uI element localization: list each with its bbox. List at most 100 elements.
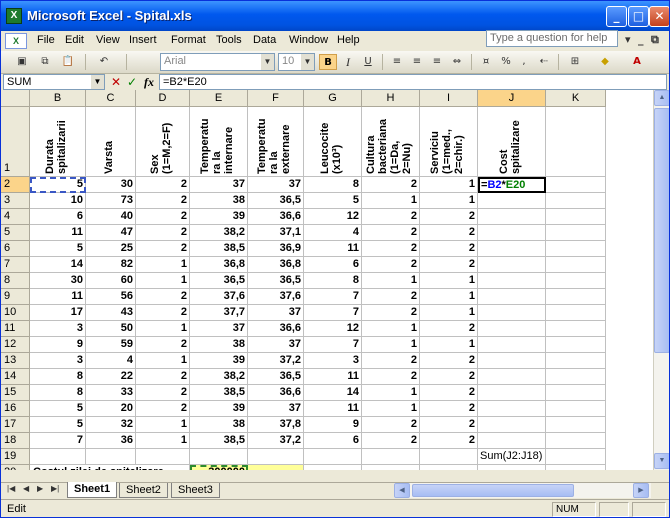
cell-h6[interactable]: 2 — [362, 241, 420, 257]
enter-icon[interactable]: ✓ — [127, 75, 137, 89]
cell-h4[interactable]: 2 — [362, 209, 420, 225]
row-header-9[interactable]: 9 — [1, 289, 30, 305]
column-header-h[interactable]: H — [362, 90, 420, 107]
cell-d8[interactable]: 1 — [136, 273, 190, 289]
cell-k5[interactable] — [546, 225, 606, 241]
cell-e17[interactable]: 38 — [190, 417, 248, 433]
cell-i6[interactable]: 2 — [420, 241, 478, 257]
cell-g8[interactable]: 8 — [304, 273, 362, 289]
name-box[interactable]: SUM ▼ — [3, 74, 105, 90]
scroll-right-icon[interactable]: ▶ — [633, 483, 649, 498]
cell-g17[interactable]: 9 — [304, 417, 362, 433]
cell-k13[interactable] — [546, 353, 606, 369]
cell-b4[interactable]: 6 — [30, 209, 86, 225]
cell-b17[interactable]: 5 — [30, 417, 86, 433]
cell-k10[interactable] — [546, 305, 606, 321]
cell-g15[interactable]: 14 — [304, 385, 362, 401]
column-header-e[interactable]: E — [190, 90, 248, 107]
sheet-close-dropdown-icon[interactable]: ▾ — [625, 33, 631, 46]
bold-button[interactable]: B — [319, 54, 337, 70]
cell-h13[interactable]: 2 — [362, 353, 420, 369]
cell-d7[interactable]: 1 — [136, 257, 190, 273]
cell-c13[interactable]: 4 — [86, 353, 136, 369]
cell-h15[interactable]: 1 — [362, 385, 420, 401]
cell-f13[interactable]: 37,2 — [248, 353, 304, 369]
merge-center-icon[interactable]: ⇔ — [448, 54, 466, 70]
cell-k14[interactable] — [546, 369, 606, 385]
row-header-10[interactable]: 10 — [1, 305, 30, 321]
row-header-18[interactable]: 18 — [1, 433, 30, 449]
cell-f16[interactable]: 37 — [248, 401, 304, 417]
cell-b19[interactable] — [30, 449, 86, 465]
cell-f2[interactable]: 37 — [248, 177, 304, 193]
sheet-minimize-icon[interactable]: _ — [638, 33, 644, 46]
cell-f7[interactable]: 36,8 — [248, 257, 304, 273]
cell-c3[interactable]: 73 — [86, 193, 136, 209]
underline-button[interactable]: U — [359, 54, 377, 70]
cell-j17[interactable] — [478, 417, 546, 433]
cell-f8[interactable]: 36,5 — [248, 273, 304, 289]
cell-g5[interactable]: 4 — [304, 225, 362, 241]
cell-g12[interactable]: 7 — [304, 337, 362, 353]
tab-sheet2[interactable]: Sheet2 — [119, 483, 168, 498]
paste-icon[interactable]: 📋 — [59, 54, 77, 70]
cell-c7[interactable]: 82 — [86, 257, 136, 273]
cell-k19[interactable] — [546, 449, 606, 465]
scroll-thumb[interactable] — [654, 108, 669, 353]
cell-j6[interactable] — [478, 241, 546, 257]
cell-g10[interactable]: 7 — [304, 305, 362, 321]
column-header-d[interactable]: D — [136, 90, 190, 107]
cell-c20[interactable] — [86, 465, 136, 470]
insert-function-icon[interactable]: fx — [144, 75, 154, 90]
row-header-5[interactable]: 5 — [1, 225, 30, 241]
cell-b13[interactable]: 3 — [30, 353, 86, 369]
row-header-8[interactable]: 8 — [1, 273, 30, 289]
cell-i13[interactable]: 2 — [420, 353, 478, 369]
cell-c17[interactable]: 32 — [86, 417, 136, 433]
cell-b14[interactable]: 8 — [30, 369, 86, 385]
cell-f17[interactable]: 37,8 — [248, 417, 304, 433]
cell-j15[interactable] — [478, 385, 546, 401]
cell-i7[interactable]: 2 — [420, 257, 478, 273]
cell-c18[interactable]: 36 — [86, 433, 136, 449]
cell-c6[interactable]: 25 — [86, 241, 136, 257]
cell-i5[interactable]: 2 — [420, 225, 478, 241]
prev-sheet-icon[interactable]: ◀ — [23, 484, 29, 493]
cell-j14[interactable] — [478, 369, 546, 385]
cell-d6[interactable]: 2 — [136, 241, 190, 257]
cell-i15[interactable]: 2 — [420, 385, 478, 401]
column-header-g[interactable]: G — [304, 90, 362, 107]
last-sheet-icon[interactable]: ▶| — [51, 484, 59, 493]
cell-f19[interactable] — [248, 449, 304, 465]
cell-h8[interactable]: 1 — [362, 273, 420, 289]
cell-i8[interactable]: 1 — [420, 273, 478, 289]
cell-d2[interactable]: 2 — [136, 177, 190, 193]
cell-b12[interactable]: 9 — [30, 337, 86, 353]
cell-e9[interactable]: 37,6 — [190, 289, 248, 305]
cell-i4[interactable]: 2 — [420, 209, 478, 225]
row-header-1[interactable]: 1 — [1, 107, 30, 177]
chevron-down-icon[interactable]: ▼ — [91, 75, 104, 89]
cell-j8[interactable] — [478, 273, 546, 289]
cell-e10[interactable]: 37,7 — [190, 305, 248, 321]
cell-h18[interactable]: 2 — [362, 433, 420, 449]
cell-h16[interactable]: 1 — [362, 401, 420, 417]
scroll-thumb[interactable] — [412, 484, 574, 497]
cell-h3[interactable]: 1 — [362, 193, 420, 209]
cell-i11[interactable]: 2 — [420, 321, 478, 337]
cell-d18[interactable]: 1 — [136, 433, 190, 449]
fill-color-icon[interactable]: ◆ — [596, 54, 614, 70]
cell-j5[interactable] — [478, 225, 546, 241]
cell-g2[interactable]: 8 — [304, 177, 362, 193]
cell-c19[interactable] — [86, 449, 136, 465]
cell-k4[interactable] — [546, 209, 606, 225]
scroll-down-icon[interactable]: ▼ — [654, 453, 669, 469]
cell-g6[interactable]: 11 — [304, 241, 362, 257]
cell-h12[interactable]: 1 — [362, 337, 420, 353]
cell-e4[interactable]: 39 — [190, 209, 248, 225]
cell-b7[interactable]: 14 — [30, 257, 86, 273]
cell-i18[interactable]: 2 — [420, 433, 478, 449]
cell-g3[interactable]: 5 — [304, 193, 362, 209]
cell-b16[interactable]: 5 — [30, 401, 86, 417]
cell-f20[interactable] — [248, 465, 304, 470]
